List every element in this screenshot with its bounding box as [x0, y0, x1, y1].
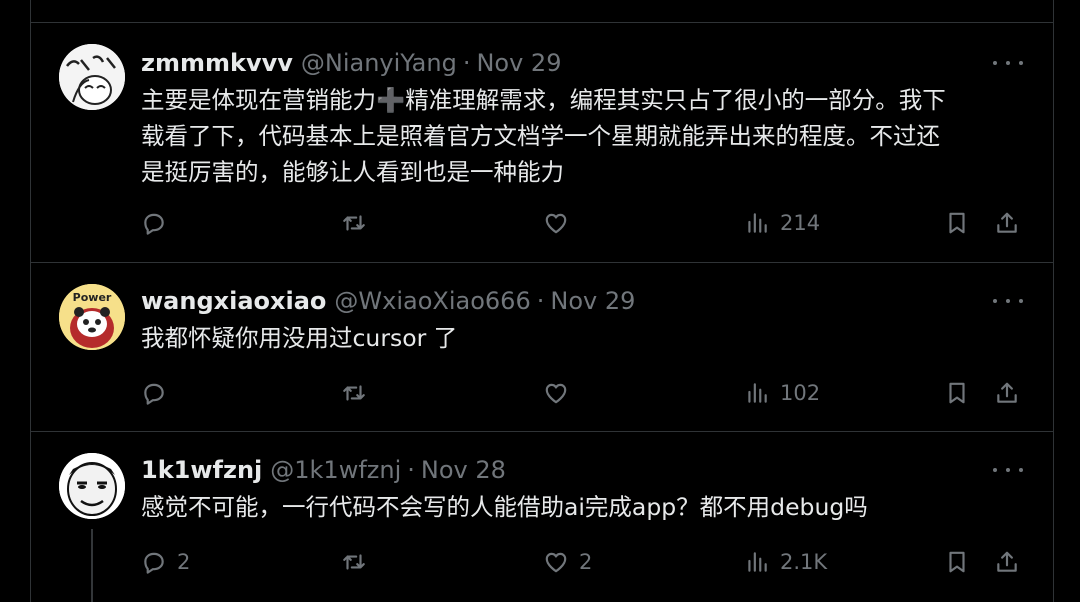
- more-icon[interactable]: [993, 458, 1023, 482]
- avatar-image: Power: [59, 284, 125, 350]
- avatar-lettering: Power: [73, 291, 112, 304]
- views-button[interactable]: 214: [744, 208, 820, 238]
- reply-button[interactable]: [141, 208, 177, 238]
- avatar-image: [59, 44, 125, 110]
- tweet-header: 1k1wfznj @1k1wfznj · Nov 28: [141, 453, 506, 487]
- tweet-actions: 102: [141, 378, 1026, 408]
- bookmark-button[interactable]: [944, 547, 970, 577]
- avatar[interactable]: [59, 44, 125, 110]
- avatar[interactable]: Power: [59, 284, 125, 350]
- tweet-text: 我都怀疑你用没用过cursor 了: [141, 324, 458, 352]
- views-count: 102: [780, 381, 821, 405]
- reply-icon: [144, 213, 164, 235]
- like-button[interactable]: [543, 208, 579, 238]
- more-icon[interactable]: [993, 51, 1023, 75]
- display-name[interactable]: zmmmkvvv: [141, 49, 293, 77]
- tweet-header: wangxiaoxiao @WxiaoXiao666 · Nov 29: [141, 284, 635, 318]
- like-button[interactable]: [543, 378, 579, 408]
- separator-dot: ·: [462, 49, 471, 77]
- tweet-header: zmmmkvvv @NianyiYang · Nov 29: [141, 46, 561, 80]
- bookmark-button[interactable]: [944, 378, 970, 408]
- thread-line: [91, 529, 93, 602]
- avatar[interactable]: [59, 453, 125, 519]
- bookmark-button[interactable]: [944, 208, 970, 238]
- reply-button[interactable]: [141, 378, 177, 408]
- tweet-3[interactable]: 1k1wfznj @1k1wfznj · Nov 28 感觉不可能，一行代码不会…: [31, 431, 1053, 602]
- tweet-text: 感觉不可能，一行代码不会写的人能借助ai完成app？都不用debug吗: [141, 493, 868, 521]
- tweet-text: 主要是体现在营销能力➕精准理解需求，编程其实只占了很小的一部分。我下 载看了下，…: [141, 86, 946, 186]
- like-icon: [545, 383, 567, 404]
- retweet-icon: [343, 385, 365, 401]
- views-count: 2.1K: [780, 550, 828, 574]
- avatar-image: [59, 453, 125, 519]
- separator-dot: ·: [536, 287, 545, 315]
- tweet-1[interactable]: zmmmkvvv @NianyiYang · Nov 29 主要是体现在营销能力…: [31, 22, 1053, 262]
- share-icon: [997, 551, 1017, 572]
- user-handle[interactable]: @NianyiYang: [301, 49, 457, 77]
- share-icon: [997, 212, 1017, 233]
- share-button[interactable]: [994, 547, 1020, 577]
- views-icon: [748, 552, 767, 572]
- bookmark-icon: [949, 382, 965, 404]
- share-button[interactable]: [994, 208, 1020, 238]
- retweet-button[interactable]: [341, 547, 377, 577]
- bookmark-icon: [949, 212, 965, 234]
- retweet-button[interactable]: [341, 208, 377, 238]
- views-icon: [748, 383, 767, 403]
- user-handle[interactable]: @1k1wfznj: [270, 456, 401, 484]
- separator-dot: ·: [407, 456, 415, 484]
- user-handle[interactable]: @WxiaoXiao666: [334, 287, 530, 315]
- tweet-2[interactable]: Power wangxiaoxiao @WxiaoXiao666 · Nov 2…: [31, 262, 1053, 431]
- reply-icon: [144, 383, 164, 405]
- tweet-actions: 214: [141, 208, 1026, 238]
- views-icon: [748, 213, 767, 233]
- like-icon: [545, 552, 567, 573]
- views-button[interactable]: 2.1K: [744, 547, 827, 577]
- views-button[interactable]: 102: [744, 378, 820, 408]
- timeline-column: zmmmkvvv @NianyiYang · Nov 29 主要是体现在营销能力…: [30, 0, 1054, 602]
- reply-count: 2: [177, 550, 191, 574]
- display-name[interactable]: wangxiaoxiao: [141, 287, 326, 315]
- retweet-icon: [343, 215, 365, 231]
- tweet-actions: 2 2 2.1K: [141, 547, 1026, 577]
- bookmark-icon: [949, 551, 965, 573]
- like-icon: [545, 213, 567, 234]
- retweet-icon: [343, 554, 365, 570]
- reply-button[interactable]: 2: [141, 547, 190, 577]
- reply-icon: [144, 552, 164, 574]
- more-icon[interactable]: [993, 289, 1023, 313]
- share-button[interactable]: [994, 378, 1020, 408]
- tweet-date[interactable]: Nov 28: [421, 456, 506, 484]
- like-button[interactable]: 2: [543, 547, 592, 577]
- tweet-date[interactable]: Nov 29: [476, 49, 561, 77]
- tweet-date[interactable]: Nov 29: [550, 287, 635, 315]
- share-icon: [997, 382, 1017, 403]
- views-count: 214: [780, 211, 821, 235]
- display-name[interactable]: 1k1wfznj: [141, 456, 262, 484]
- retweet-button[interactable]: [341, 378, 377, 408]
- like-count: 2: [579, 550, 593, 574]
